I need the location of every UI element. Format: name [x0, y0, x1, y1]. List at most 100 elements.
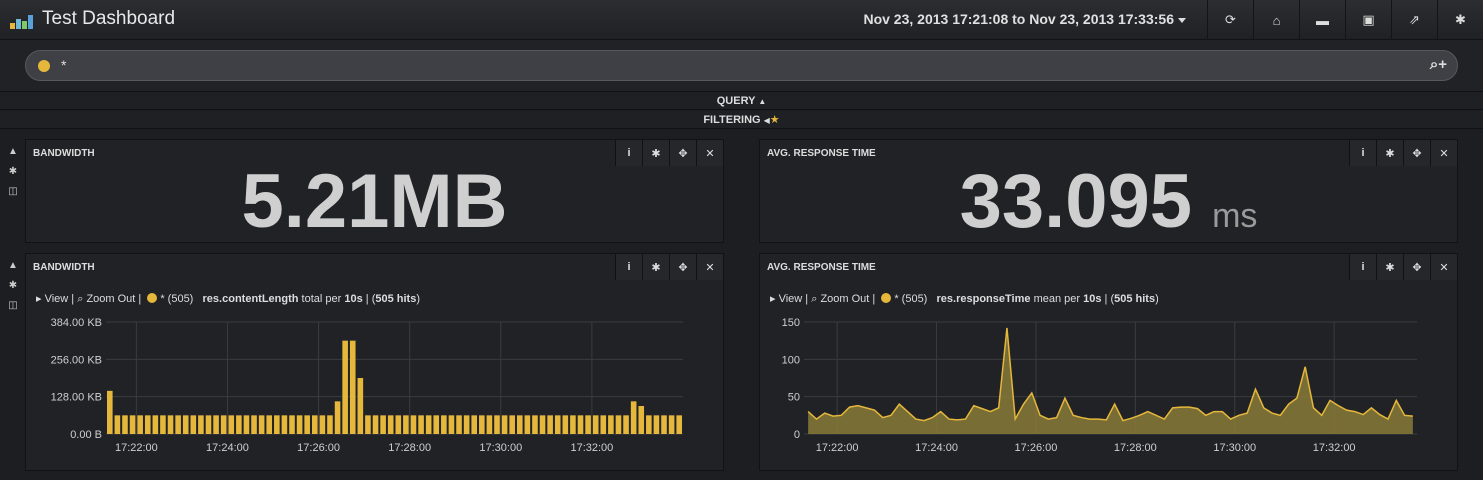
x-tick-label: 17:26:00 [297, 442, 340, 454]
zoom-out-button[interactable]: ⌕ Zoom Out [77, 293, 135, 305]
bar [114, 415, 121, 434]
bar [456, 415, 462, 434]
bar [570, 415, 576, 434]
bar [539, 415, 546, 434]
view-toggle[interactable]: ▸ View [36, 293, 68, 305]
bar [486, 415, 493, 434]
query-color-dot[interactable] [38, 60, 50, 72]
folder-open-icon: ▬ [1316, 12, 1329, 28]
zoom-out-button[interactable]: ⌕ Zoom Out [811, 293, 869, 305]
gear-icon[interactable]: ✱ [6, 280, 20, 300]
columns-icon[interactable]: ◫ [6, 186, 20, 206]
gear-icon: ✱ [1455, 12, 1466, 27]
timerange-picker[interactable]: Nov 23, 2013 17:21:08 to Nov 23, 2013 17… [863, 11, 1186, 27]
bar [562, 415, 569, 434]
search-icon[interactable]: ⌕ [1430, 56, 1438, 73]
bar [441, 415, 447, 434]
bar [160, 415, 166, 434]
gear-icon[interactable]: ✱ [6, 166, 20, 186]
bar [304, 415, 310, 434]
bar [251, 415, 257, 434]
bar [357, 378, 364, 434]
bar [342, 340, 348, 434]
plus-icon[interactable]: + [1438, 56, 1447, 73]
bar [463, 415, 470, 434]
bar [585, 415, 591, 434]
bar [615, 415, 622, 434]
bar [296, 415, 303, 434]
bar [220, 415, 227, 434]
y-tick-label: 0 [794, 429, 800, 441]
settings-button[interactable]: ✱ [1437, 0, 1483, 40]
query-input[interactable]: * ⌕+ [25, 50, 1458, 81]
share-icon: ⇗ [1409, 12, 1420, 27]
gear-icon[interactable]: ✱ [642, 254, 669, 280]
info-icon[interactable]: i [1349, 254, 1376, 280]
bar [289, 415, 295, 434]
bar [661, 415, 667, 434]
interval: 10s [1083, 293, 1102, 305]
caret-up-icon: ▲ [758, 97, 767, 106]
y-tick-label: 256.00 KB [51, 354, 102, 366]
timerange-text: Nov 23, 2013 17:21:08 to Nov 23, 2013 17… [863, 11, 1174, 27]
load-button[interactable]: ▬ [1299, 0, 1345, 40]
bar [516, 415, 523, 434]
bar [653, 415, 660, 434]
bar [266, 415, 273, 434]
bandwidth-stat-panel: BANDWIDTH i ✱ ✥ ✕ 5.21MB [25, 139, 724, 244]
histogram-legend: ▸ View | ⌕ Zoom Out | * (505) res.respon… [770, 293, 1159, 305]
x-tick-label: 17:30:00 [479, 442, 522, 454]
home-button[interactable]: ⌂ [1253, 0, 1299, 40]
series-label[interactable]: * (505) [160, 293, 193, 305]
response-number: 33.095 [959, 159, 1193, 244]
row-controls-1: ▲ ✱ ◫ [6, 146, 20, 206]
bar [334, 401, 341, 434]
bar [365, 415, 371, 434]
mode-label: mean per [1033, 293, 1081, 305]
filtering-toggle[interactable]: FILTERING ◀★ [0, 111, 1483, 129]
bar [592, 415, 599, 434]
view-toggle[interactable]: ▸ View [770, 293, 802, 305]
response-chart[interactable]: 0 50 100 150 17:22:00 17:24:00 17:26:00 17:28:0… [760, 310, 1457, 480]
bar [380, 415, 386, 434]
info-icon[interactable]: i [615, 254, 642, 280]
bar [107, 390, 113, 434]
share-button[interactable]: ⇗ [1391, 0, 1437, 40]
save-button[interactable]: ▣ [1345, 0, 1391, 40]
y-tick-label: 0.00 B [70, 429, 102, 441]
bar [198, 415, 204, 434]
top-navbar: Test Dashboard Nov 23, 2013 17:21:08 to … [0, 0, 1483, 40]
bar [137, 415, 143, 434]
close-icon[interactable]: ✕ [1430, 254, 1457, 280]
y-tick-label: 384.00 KB [51, 317, 102, 329]
bar [258, 415, 265, 434]
hits-prefix: | ( [1104, 293, 1115, 305]
bar [638, 406, 645, 434]
response-stat-panel: AVG. RESPONSE TIME i ✱ ✥ ✕ 33.095 ms [759, 139, 1458, 244]
move-icon[interactable]: ✥ [1403, 254, 1430, 280]
bar [509, 415, 515, 434]
histogram-legend: ▸ View | ⌕ Zoom Out | * (505) res.conten… [36, 293, 420, 305]
bar [418, 415, 424, 434]
x-tick-label: 17:24:00 [915, 442, 958, 454]
query-toggle[interactable]: QUERY ▲ [0, 92, 1483, 110]
query-text: * [61, 57, 67, 73]
bar [319, 415, 326, 434]
collapse-row-icon[interactable]: ▲ [6, 146, 20, 166]
bar [205, 415, 212, 434]
refresh-button[interactable]: ⟳ [1207, 0, 1253, 40]
mode-label: total per [301, 293, 342, 305]
series-label[interactable]: * (505) [894, 293, 927, 305]
close-icon[interactable]: ✕ [696, 254, 723, 280]
interval: 10s [344, 293, 363, 305]
bandwidth-chart[interactable]: 0.00 B 128.00 KB 256.00 KB 384.00 KB 17:22:0… [26, 310, 723, 480]
bar [236, 415, 242, 434]
gear-icon[interactable]: ✱ [1376, 254, 1403, 280]
collapse-row-icon[interactable]: ▲ [6, 260, 20, 280]
dashboard-title[interactable]: Test Dashboard [42, 8, 175, 30]
columns-icon[interactable]: ◫ [6, 300, 20, 320]
series-color-dot [147, 293, 158, 303]
star-icon[interactable]: ★ [770, 114, 780, 126]
move-icon[interactable]: ✥ [669, 254, 696, 280]
query-bar: * ⌕+ [0, 40, 1483, 92]
